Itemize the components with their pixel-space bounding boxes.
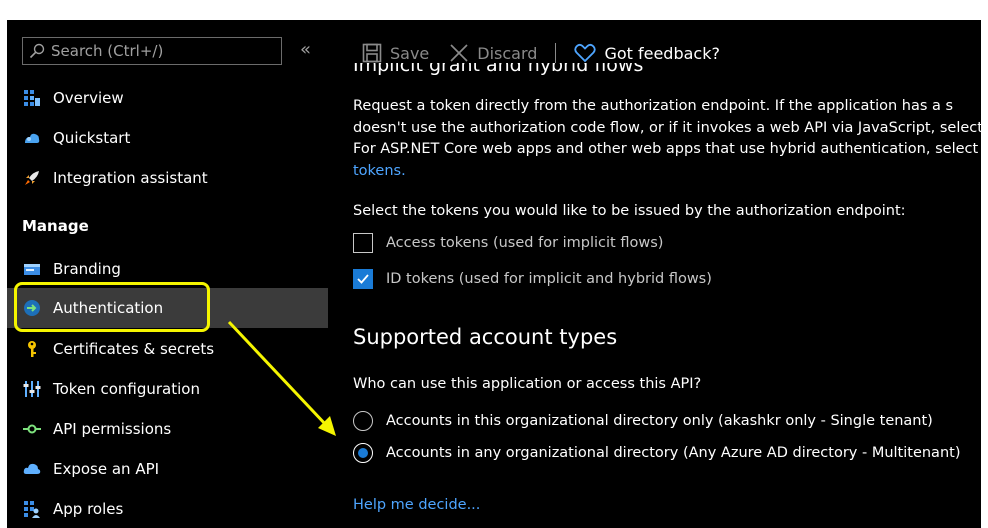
sidebar-item-quickstart[interactable]: Quickstart: [7, 118, 328, 158]
collapse-sidebar-button[interactable]: «: [300, 39, 311, 60]
sidebar-item-integration-assistant[interactable]: Integration assistant: [7, 158, 328, 198]
description-line: For ASP.NET Core web apps and other web …: [353, 141, 979, 157]
sidebar-item-label: Branding: [53, 260, 121, 278]
multitenant-label: Accounts in any organizational directory…: [386, 445, 961, 461]
sidebar-item-label: Token configuration: [53, 380, 200, 398]
id-tokens-label: ID tokens (used for implicit and hybrid …: [386, 271, 712, 287]
multitenant-option[interactable]: Accounts in any organizational directory…: [353, 441, 960, 465]
rocket-icon: [23, 169, 41, 187]
single-tenant-option[interactable]: Accounts in this organizational director…: [353, 409, 933, 433]
app-frame: « Overview Quickstart: [7, 20, 981, 528]
sidebar-item-expose-an-api[interactable]: Expose an API: [7, 449, 328, 489]
branding-icon: [23, 260, 41, 278]
key-icon: [23, 340, 41, 358]
cloud-icon: [23, 460, 41, 478]
sidebar-item-label: API permissions: [53, 420, 172, 438]
account-question: Who can use this application or access t…: [353, 376, 702, 392]
section-title-manage: Manage: [22, 217, 89, 235]
id-tokens-option[interactable]: ID tokens (used for implicit and hybrid …: [353, 267, 712, 291]
implicit-grant-description: Request a token directly from the author…: [353, 96, 981, 182]
sidebar-item-label: Expose an API: [53, 460, 160, 478]
access-tokens-option[interactable]: Access tokens (used for implicit flows): [353, 231, 663, 255]
sidebar-item-token-configuration[interactable]: Token configuration: [7, 369, 328, 409]
id-tokens-checkbox[interactable]: [353, 269, 373, 289]
checkmark-icon: [357, 274, 369, 284]
description-line: Request a token directly from the author…: [353, 98, 954, 114]
search-input[interactable]: [51, 42, 251, 60]
tokens-link[interactable]: tokens.: [353, 163, 406, 179]
multitenant-radio[interactable]: [353, 443, 373, 463]
access-tokens-checkbox[interactable]: [353, 233, 373, 253]
sidebar-item-certificates-secrets[interactable]: Certificates & secrets: [7, 329, 328, 369]
section-heading-implicit-grant: Implicit grant and hybrid flows: [353, 54, 644, 76]
quickstart-icon: [23, 129, 41, 147]
single-tenant-label: Accounts in this organizational director…: [386, 413, 933, 429]
access-tokens-label: Access tokens (used for implicit flows): [386, 235, 664, 251]
highlight-box: [14, 282, 210, 332]
sidebar-item-app-roles[interactable]: App roles: [7, 489, 328, 528]
api-permissions-icon: [23, 420, 41, 438]
description-line: doesn't use the authorization code flow,…: [353, 119, 981, 136]
sidebar-item-api-permissions[interactable]: API permissions: [7, 409, 328, 449]
sidebar-item-label: App roles: [53, 500, 124, 518]
tokens-select-label: Select the tokens you would like to be i…: [353, 203, 906, 219]
app-roles-icon: [23, 500, 41, 518]
single-tenant-radio[interactable]: [353, 411, 373, 431]
sidebar-item-overview[interactable]: Overview: [7, 78, 328, 118]
token-config-icon: [23, 380, 41, 398]
sidebar-item-label: Overview: [53, 89, 124, 107]
search-box[interactable]: [22, 37, 282, 65]
search-icon: [29, 43, 45, 59]
sidebar: « Overview Quickstart: [7, 20, 328, 528]
overview-icon: [23, 89, 41, 107]
sidebar-item-label: Certificates & secrets: [53, 340, 215, 358]
help-me-decide-link[interactable]: Help me decide...: [353, 497, 480, 513]
supported-account-types-heading: Supported account types: [353, 325, 618, 349]
sidebar-item-label: Integration assistant: [53, 169, 208, 187]
main-content: Implicit grant and hybrid flows Request …: [353, 20, 981, 528]
sidebar-item-label: Quickstart: [53, 129, 131, 147]
